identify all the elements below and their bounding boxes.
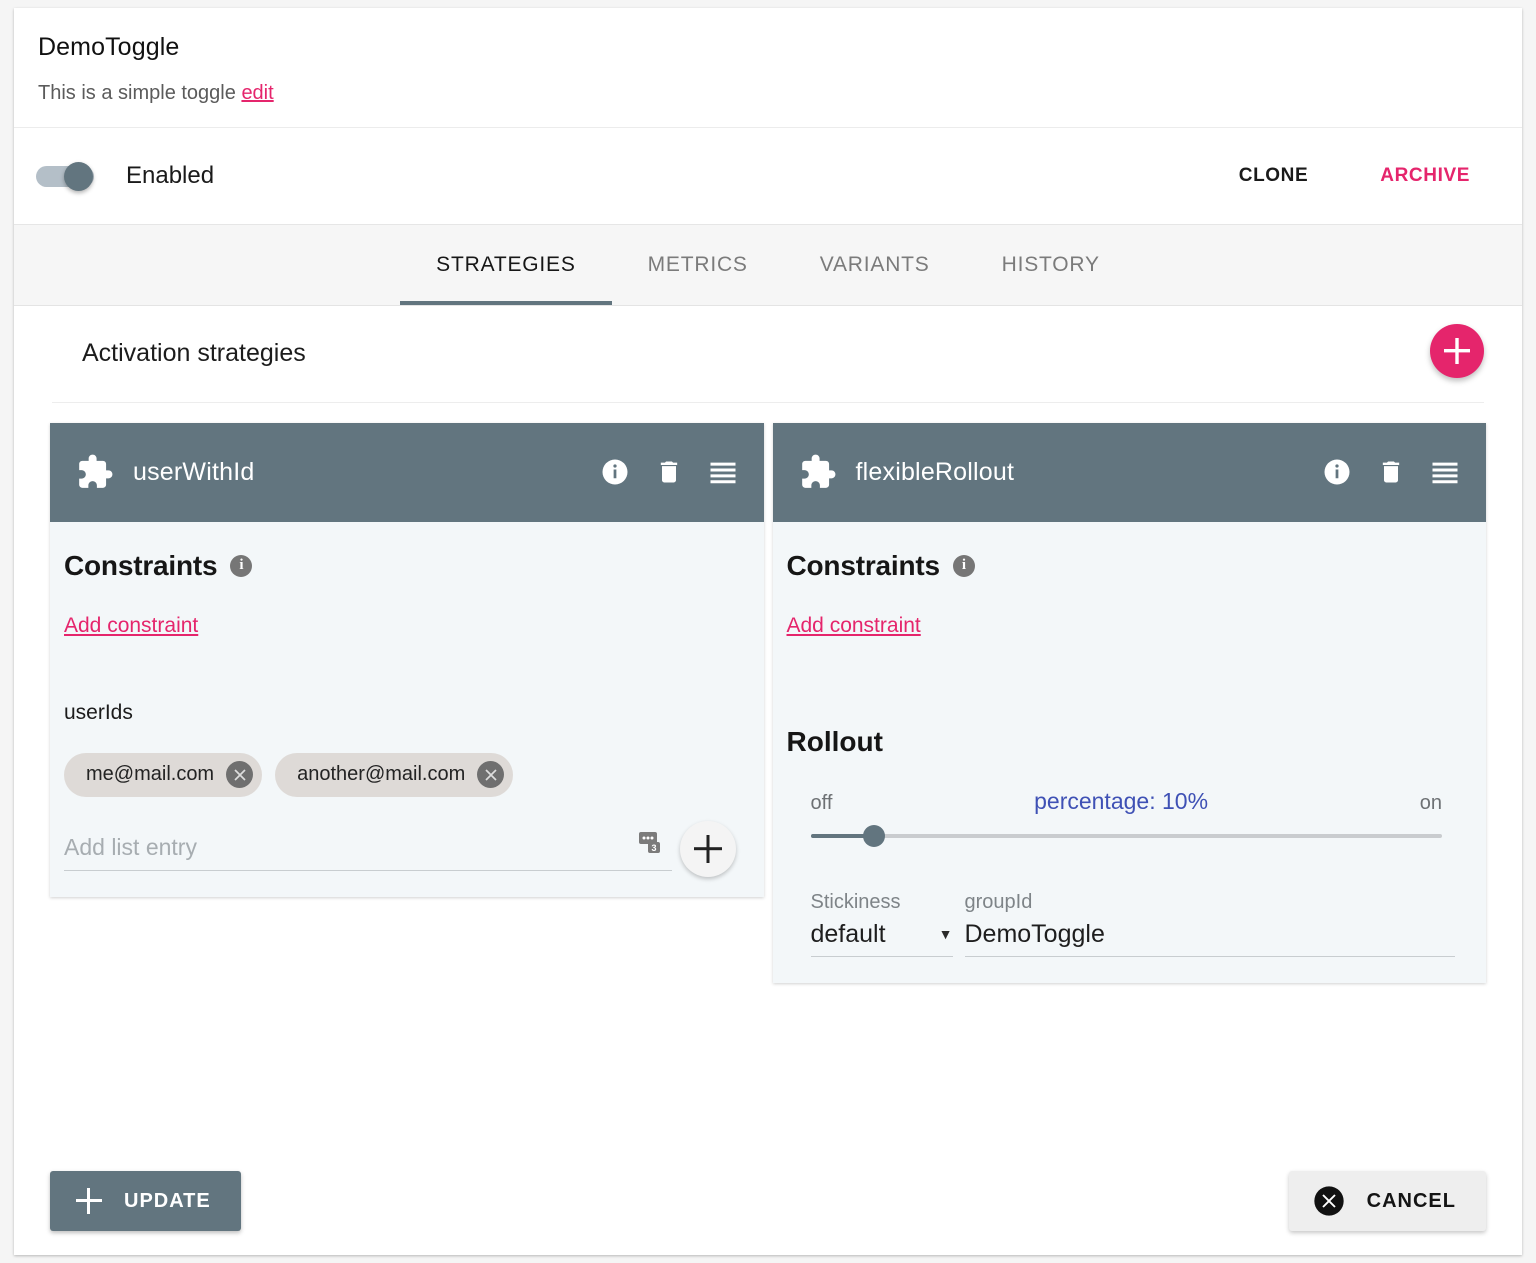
add-list-entry-button[interactable] bbox=[680, 821, 736, 877]
chip-label: me@mail.com bbox=[86, 763, 214, 786]
add-constraint-link[interactable]: Add constraint bbox=[787, 614, 921, 638]
reorder-icon[interactable] bbox=[708, 457, 738, 487]
strategy-card-flexiblerollout: flexibleRollout bbox=[773, 423, 1487, 983]
password-manager-glyph: 3 bbox=[637, 829, 664, 856]
close-icon bbox=[232, 767, 248, 783]
tab-variants[interactable]: VARIANTS bbox=[784, 225, 966, 305]
rollout-fields: Stickiness default ▼ groupId bbox=[787, 891, 1459, 957]
strategy-card-actions bbox=[1322, 457, 1460, 487]
trash-icon[interactable] bbox=[1377, 457, 1405, 487]
rollout-percentage-label: percentage: 10% bbox=[822, 788, 1419, 815]
constraints-info-icon[interactable]: i bbox=[953, 555, 975, 577]
plus-icon bbox=[694, 835, 722, 863]
constraints-title-text: Constraints bbox=[787, 550, 940, 582]
feature-description: This is a simple toggle edit bbox=[38, 82, 1498, 105]
add-list-entry-wrap: 3 bbox=[64, 830, 672, 871]
groupid-label: groupId bbox=[965, 891, 1455, 914]
plus-icon bbox=[76, 1188, 102, 1214]
constraints-title-text: Constraints bbox=[64, 550, 217, 582]
groupid-field: groupId bbox=[965, 891, 1455, 957]
puzzle-piece-icon bbox=[799, 453, 837, 491]
strategy-card-header: flexibleRollout bbox=[773, 423, 1487, 522]
strategy-card-header: userWithId bbox=[50, 423, 764, 522]
rollout-percentage-slider[interactable] bbox=[811, 825, 1443, 847]
add-list-entry-row: 3 bbox=[64, 821, 736, 871]
tab-strategies[interactable]: STRATEGIES bbox=[400, 225, 611, 305]
list-item[interactable]: another@mail.com bbox=[275, 753, 513, 797]
activation-strategies-title: Activation strategies bbox=[82, 339, 306, 368]
feature-tabs: STRATEGIES METRICS VARIANTS HISTORY bbox=[14, 225, 1522, 306]
chevron-down-icon: ▼ bbox=[939, 926, 953, 942]
stickiness-select[interactable]: default ▼ bbox=[811, 920, 953, 957]
feature-description-text: This is a simple toggle bbox=[38, 82, 236, 104]
edit-description-link[interactable]: edit bbox=[241, 82, 273, 104]
constraints-title: Constraints i bbox=[787, 550, 1459, 582]
form-footer: UPDATE CANCEL bbox=[14, 1171, 1522, 1231]
add-constraint-link[interactable]: Add constraint bbox=[64, 614, 198, 638]
plus-icon bbox=[1444, 338, 1470, 364]
rollout-slider-zone: off percentage: 10% on bbox=[811, 788, 1443, 847]
close-icon bbox=[483, 767, 499, 783]
strategy-name: flexibleRollout bbox=[856, 458, 1015, 487]
list-item[interactable]: me@mail.com bbox=[64, 753, 262, 797]
rollout-slider-labels: off percentage: 10% on bbox=[811, 788, 1443, 815]
switch-thumb bbox=[64, 162, 93, 191]
strategy-card-list: userWithId bbox=[14, 403, 1522, 983]
stickiness-label: Stickiness bbox=[811, 891, 953, 914]
cancel-button-label: CANCEL bbox=[1367, 1190, 1456, 1213]
slider-knob[interactable] bbox=[863, 825, 885, 847]
strategy-card-body: Constraints i Add constraint Rollout off… bbox=[773, 522, 1487, 983]
feature-header-actions: CLONE ARCHIVE bbox=[1233, 164, 1500, 188]
strategy-card-userwithid: userWithId bbox=[50, 423, 764, 897]
cancel-button[interactable]: CANCEL bbox=[1289, 1171, 1486, 1231]
feature-enabled-label: Enabled bbox=[126, 162, 214, 190]
add-strategy-button[interactable] bbox=[1430, 324, 1484, 378]
chip-label: another@mail.com bbox=[297, 763, 465, 786]
update-button-label: UPDATE bbox=[124, 1190, 211, 1213]
update-button[interactable]: UPDATE bbox=[50, 1171, 241, 1231]
stickiness-value: default bbox=[811, 920, 886, 949]
slider-rail bbox=[811, 834, 1443, 838]
strategy-card-body: Constraints i Add constraint userIds me@… bbox=[50, 522, 764, 897]
trash-icon[interactable] bbox=[655, 457, 683, 487]
feature-enabled-switch[interactable] bbox=[36, 162, 98, 190]
chip-remove-icon[interactable] bbox=[477, 761, 504, 788]
feature-header: DemoToggle This is a simple toggle edit bbox=[14, 8, 1522, 128]
clone-button[interactable]: CLONE bbox=[1233, 164, 1315, 188]
page-title: DemoToggle bbox=[38, 34, 1498, 62]
svg-text:3: 3 bbox=[651, 843, 656, 853]
userids-label: userIds bbox=[64, 701, 736, 725]
reorder-icon[interactable] bbox=[1430, 457, 1460, 487]
cancel-icon bbox=[1313, 1185, 1345, 1217]
constraints-title: Constraints i bbox=[64, 550, 736, 582]
stickiness-field: Stickiness default ▼ bbox=[811, 891, 953, 957]
groupid-input[interactable] bbox=[965, 920, 1455, 957]
tab-metrics[interactable]: METRICS bbox=[612, 225, 784, 305]
password-manager-icon[interactable]: 3 bbox=[637, 829, 664, 861]
rollout-title: Rollout bbox=[787, 726, 1459, 758]
activation-strategies-header: Activation strategies bbox=[52, 306, 1484, 403]
strategy-name: userWithId bbox=[133, 458, 254, 487]
tab-history[interactable]: HISTORY bbox=[966, 225, 1136, 305]
info-icon[interactable] bbox=[1322, 457, 1352, 487]
strategy-card-actions bbox=[600, 457, 738, 487]
rollout-on-label: on bbox=[1420, 792, 1442, 815]
feature-toggle-page: DemoToggle This is a simple toggle edit … bbox=[14, 8, 1522, 1255]
archive-button[interactable]: ARCHIVE bbox=[1374, 164, 1476, 188]
add-list-entry-input[interactable] bbox=[64, 830, 672, 871]
puzzle-piece-icon bbox=[76, 453, 114, 491]
chip-remove-icon[interactable] bbox=[226, 761, 253, 788]
feature-toggle-bar: Enabled CLONE ARCHIVE bbox=[14, 128, 1522, 225]
constraints-info-icon[interactable]: i bbox=[230, 555, 252, 577]
userids-chip-list: me@mail.com another@mail.com bbox=[64, 753, 736, 797]
info-icon[interactable] bbox=[600, 457, 630, 487]
